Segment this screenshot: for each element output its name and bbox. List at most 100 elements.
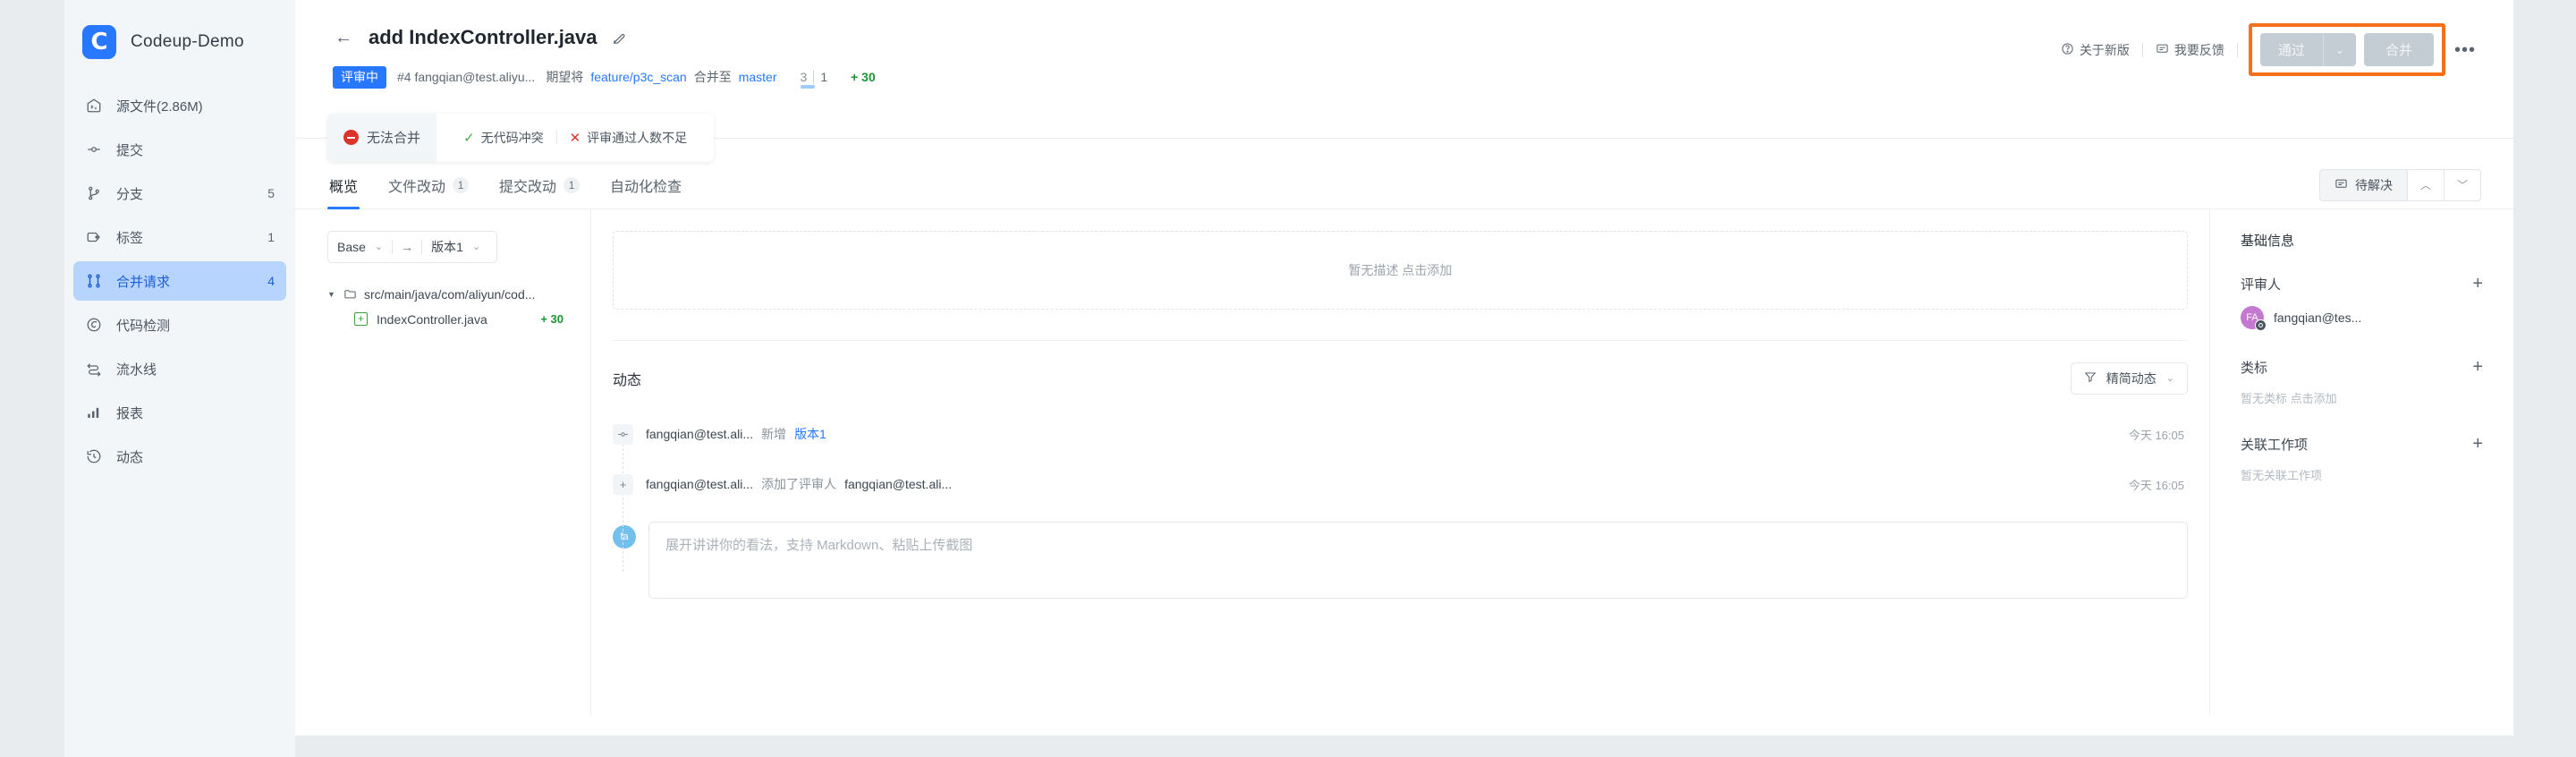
branch-icon	[85, 184, 103, 202]
chevron-down-icon: ⌄	[471, 242, 481, 253]
tab-badge: 1	[453, 176, 470, 193]
app-root: C Codeup-Demo 源文件(2.86M) 提交 分支 5 标签 1 合并…	[0, 0, 2576, 757]
comment-icon	[2334, 177, 2348, 193]
source-file-icon	[85, 97, 103, 115]
activity-timeline: fangqian@test.ali... 新增 版本1 今天 16:05 + f…	[613, 418, 2188, 599]
action-divider	[2236, 42, 2238, 57]
tree-file-row[interactable]: + IndexController.java + 30	[327, 306, 576, 333]
check-item-no-conflict: ✓ 无代码冲突	[451, 129, 556, 147]
added-lines: + 30	[851, 70, 876, 85]
sidebar-item-label: 流水线	[116, 361, 157, 378]
pipeline-icon	[85, 360, 103, 378]
more-options-icon[interactable]: •••	[2449, 41, 2481, 59]
check-label: 无代码冲突	[480, 130, 544, 145]
labels-section-header: 类标 +	[2241, 358, 2483, 377]
base-select[interactable]: Base ⌄	[328, 240, 392, 254]
reviewer-item[interactable]: FA fangqian@tes...	[2241, 305, 2483, 331]
pending-resolve-label: 待解决	[2354, 177, 2393, 192]
file-added-lines: + 30	[540, 312, 564, 327]
feedback-label: 我要反馈	[2174, 42, 2224, 57]
activity-filter-button[interactable]: 精简动态 ⌄	[2070, 361, 2188, 395]
avatar: FA	[2241, 305, 2267, 331]
activity-header: 动态 精简动态 ⌄	[613, 339, 2188, 395]
reviewers-section-header: 评审人 +	[2241, 275, 2483, 293]
tabs-row: 概览 文件改动 1 提交改动 1 自动化检查 待解决 ︿ ﹀	[295, 162, 2513, 209]
approve-button-group: 通过 ⌄	[2259, 33, 2356, 66]
work-items-label: 关联工作项	[2241, 437, 2309, 453]
activity-entry-text: fangqian@test.ali... 新增 版本1	[646, 425, 826, 443]
approve-dropdown-caret-icon[interactable]: ⌄	[2322, 33, 2356, 66]
count-total: 1	[820, 70, 828, 85]
tab-commit-changes[interactable]: 提交改动 1	[497, 169, 581, 208]
version-label: 版本1	[431, 239, 463, 254]
sidebar-item-label: 源文件(2.86M)	[116, 98, 203, 115]
sidebar-item-label: 合并请求	[116, 274, 171, 290]
add-reviewer-icon[interactable]: +	[2472, 275, 2483, 293]
comment-input[interactable]: 展开讲讲你的看法，支持 Markdown、粘贴上传截图	[648, 521, 2188, 599]
description-placeholder[interactable]: 暂无描述 点击添加	[613, 230, 2188, 310]
chevron-down-icon: ⌄	[374, 242, 384, 253]
tab-overview[interactable]: 概览	[327, 169, 360, 209]
blocked-label: 无法合并	[367, 131, 421, 147]
tree-folder-row[interactable]: ▼ src/main/java/com/aliyun/cod...	[327, 283, 576, 306]
approve-button[interactable]: 通过	[2259, 33, 2323, 66]
resolve-prev-icon[interactable]: ︿	[2406, 168, 2444, 201]
merge-button[interactable]: 合并	[2363, 33, 2434, 66]
pr-header: ← add IndexController.java 评审中 #4 fangqi…	[295, 0, 2513, 89]
activity-target: fangqian@test.ali...	[844, 477, 953, 492]
activity-entry: fangqian@test.ali... 新增 版本1 今天 16:05	[613, 418, 2188, 468]
sidebar-item-merge-requests[interactable]: 合并请求 4	[73, 261, 286, 301]
overview-column: 暂无描述 点击添加 动态 精简动态 ⌄ fangqian@test.ali...…	[590, 208, 2209, 715]
file-tree-column: Base ⌄ → 版本1 ⌄ ▼ src/main/java/com/aliyu…	[295, 209, 590, 715]
sidebar-item-source-files[interactable]: 源文件(2.86M)	[73, 86, 286, 125]
commit-icon	[85, 140, 103, 158]
resolve-next-icon[interactable]: ﹀	[2443, 168, 2481, 201]
sidebar-item-code-scan[interactable]: 代码检测	[73, 305, 286, 344]
reviewers-label: 评审人	[2241, 276, 2282, 293]
comment-icon	[2156, 42, 2169, 58]
activity-icon	[85, 447, 103, 465]
sidebar-item-count: 1	[267, 230, 275, 244]
tab-automation-checks[interactable]: 自动化检查	[608, 169, 683, 208]
file-name-label: IndexController.java	[377, 311, 487, 327]
check-fail-icon: ✕	[569, 130, 581, 146]
sidebar-item-branches[interactable]: 分支 5	[73, 174, 286, 213]
add-work-item-icon[interactable]: +	[2472, 435, 2483, 453]
tab-file-changes[interactable]: 文件改动 1	[386, 169, 470, 208]
sidebar-item-label: 分支	[116, 186, 144, 202]
target-branch-link[interactable]: master	[739, 70, 777, 84]
merge-status-card: 无法合并 ✓ 无代码冲突 ✕ 评审通过人数不足	[327, 113, 715, 162]
edit-title-icon[interactable]	[612, 30, 627, 46]
page-title: add IndexController.java	[369, 26, 597, 48]
sidebar-item-commits[interactable]: 提交	[73, 130, 286, 169]
activity-author: fangqian@test.ali...	[646, 477, 754, 492]
sidebar-item-activity[interactable]: 动态	[73, 437, 286, 476]
version-select[interactable]: 版本1 ⌄	[422, 238, 489, 256]
tab-badge: 1	[564, 176, 580, 193]
work-items-section-header: 关联工作项 +	[2241, 435, 2483, 454]
sidebar-item-tags[interactable]: 标签 1	[73, 217, 286, 257]
back-button[interactable]: ←	[327, 21, 360, 54]
sidebar-item-label: 代码检测	[116, 318, 171, 334]
tab-label: 提交改动	[499, 179, 557, 195]
activity-target-link[interactable]: 版本1	[794, 425, 826, 443]
sidebar-item-label: 提交	[116, 142, 144, 158]
folder-icon	[343, 287, 357, 301]
sidebar-item-pipeline[interactable]: 流水线	[73, 349, 286, 388]
pending-resolve-button[interactable]: 待解决	[2318, 168, 2407, 201]
feedback-link[interactable]: 我要反馈	[2143, 41, 2237, 59]
brand[interactable]: C Codeup-Demo	[64, 0, 295, 82]
file-counts[interactable]: 3 1	[800, 70, 828, 89]
sidebar-item-count: 5	[267, 186, 275, 200]
labels-empty-text[interactable]: 暂无类标 点击添加	[2241, 389, 2483, 406]
plus-icon: +	[613, 473, 633, 495]
sidebar-item-count: 4	[267, 274, 275, 288]
about-new-version-link[interactable]: 关于新版	[2048, 41, 2142, 59]
chevron-down-icon[interactable]: ▼	[327, 290, 336, 299]
check-list: ✓ 无代码冲突 ✕ 评审通过人数不足	[436, 114, 714, 162]
source-branch-link[interactable]: feature/p3c_scan	[590, 70, 686, 84]
sidebar-item-reports[interactable]: 报表	[73, 393, 286, 432]
status-strip: 无法合并 ✓ 无代码冲突 ✕ 评审通过人数不足	[295, 113, 2513, 162]
reviewer-name: fangqian@tes...	[2274, 310, 2362, 325]
add-label-icon[interactable]: +	[2472, 358, 2483, 376]
